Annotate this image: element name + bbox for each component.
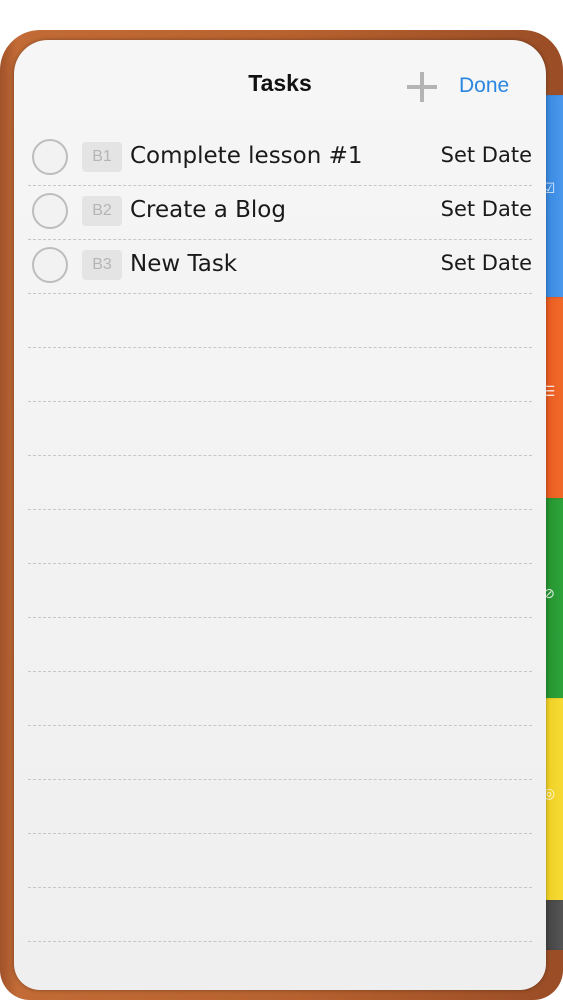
task-code: B1 xyxy=(82,142,122,172)
task-row[interactable]: B3 New Task Set Date xyxy=(28,239,532,294)
add-task-icon[interactable] xyxy=(405,70,439,104)
task-name[interactable]: New Task xyxy=(130,251,237,277)
ruled-line xyxy=(28,887,532,888)
task-code: B2 xyxy=(82,196,122,226)
task-name[interactable]: Create a Blog xyxy=(130,197,286,223)
ruled-line xyxy=(28,671,532,672)
set-date-button[interactable]: Set Date xyxy=(441,143,532,167)
ruled-line xyxy=(28,941,532,942)
ruled-line xyxy=(28,563,532,564)
ruled-line xyxy=(28,509,532,510)
ruled-line xyxy=(28,617,532,618)
task-name[interactable]: Complete lesson #1 xyxy=(130,143,363,169)
ruled-line xyxy=(28,401,532,402)
task-checkbox[interactable] xyxy=(32,247,68,283)
ruled-line xyxy=(28,455,532,456)
task-checkbox[interactable] xyxy=(32,139,68,175)
done-button[interactable]: Done xyxy=(459,74,509,98)
task-checkbox[interactable] xyxy=(32,193,68,229)
ruled-line xyxy=(28,833,532,834)
task-page: Tasks Done B1 Complete lesson #1 Set Dat… xyxy=(14,40,546,990)
task-row[interactable]: B2 Create a Blog Set Date xyxy=(28,185,532,240)
task-code: B3 xyxy=(82,250,122,280)
ruled-line xyxy=(28,347,532,348)
task-row[interactable]: B1 Complete lesson #1 Set Date xyxy=(28,131,532,186)
set-date-button[interactable]: Set Date xyxy=(441,251,532,275)
ruled-line xyxy=(28,779,532,780)
set-date-button[interactable]: Set Date xyxy=(441,197,532,221)
ruled-line xyxy=(28,725,532,726)
